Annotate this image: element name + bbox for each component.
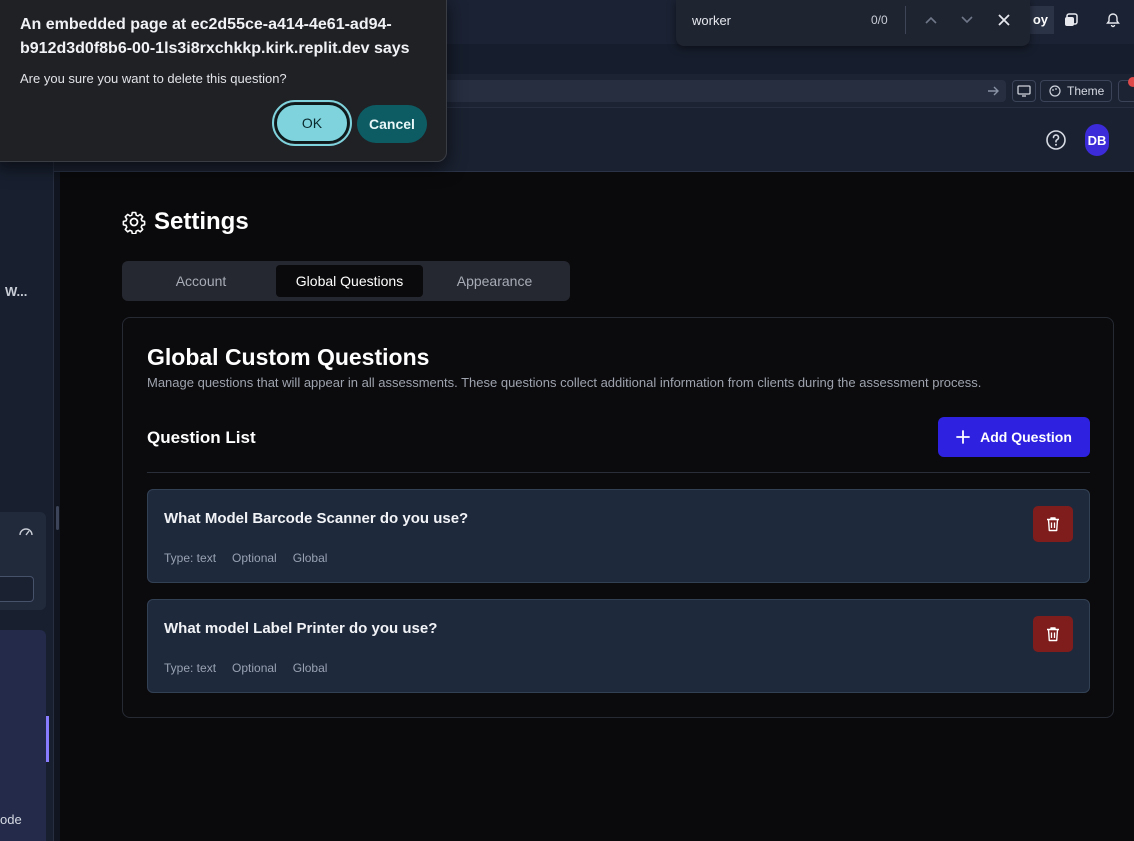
question-scope: Global [292,661,328,675]
sidebar-active-panel [0,630,46,841]
find-match-count: 0/0 [871,13,888,27]
find-bar: worker 0/0 [676,0,1030,46]
cancel-button[interactable]: Cancel [357,105,427,143]
question-meta: Type: text Optional Global [164,551,327,565]
url-field[interactable] [440,80,1006,102]
gauge-icon[interactable] [18,524,34,538]
question-text: What model Label Printer do you use? [164,620,438,637]
trash-icon [1047,627,1059,642]
card-title: Global Custom Questions [147,344,430,370]
question-type: Type: text [164,661,217,675]
question-list-header: Question List [147,428,256,447]
arrow-right-icon[interactable] [986,83,1000,99]
delete-question-button[interactable] [1033,616,1073,652]
monitor-icon [1017,85,1031,97]
sidebar-accent-bar [46,716,49,762]
divider [147,472,1090,473]
question-type: Type: text [164,551,217,565]
page-title: Settings [154,208,249,235]
question-required: Optional [232,551,277,565]
sidebar-item-truncated[interactable]: W... [5,284,27,299]
plus-icon [956,430,971,444]
theme-label: Theme [1067,84,1105,98]
chevron-up-icon[interactable] [922,11,940,29]
sidebar-resize-handle[interactable] [56,506,59,530]
help-icon[interactable] [1044,128,1068,152]
question-meta: Type: text Optional Global [164,661,327,675]
confirm-dialog: An embedded page at ec2d55ce-a414-4e61-a… [0,0,447,162]
copy-icon[interactable] [1060,6,1082,34]
question-item: What model Label Printer do you use? Typ… [147,599,1090,693]
tab-appearance[interactable]: Appearance [423,265,566,297]
question-scope: Global [292,551,328,565]
dialog-message: Are you sure you want to delete this que… [20,71,287,86]
top-bar-partial-button[interactable]: oy [1026,6,1054,34]
close-icon[interactable] [995,11,1013,29]
sidebar-input[interactable] [0,576,34,602]
add-question-label: Add Question [980,429,1072,445]
question-text: What Model Barcode Scanner do you use? [164,510,469,527]
find-input[interactable]: worker [692,13,731,28]
top-bar-actions: oy [1026,6,1134,34]
device-preview-button[interactable] [1012,80,1036,102]
ok-button[interactable]: OK [272,100,352,146]
palette-icon [1049,85,1061,97]
question-item: What Model Barcode Scanner do you use? T… [147,489,1090,583]
tab-account[interactable]: Account [126,265,276,297]
global-questions-card: Global Custom Questions Manage questions… [122,317,1114,718]
notification-dot [1128,77,1134,87]
avatar[interactable]: DB [1085,124,1109,156]
theme-button[interactable]: Theme [1040,80,1112,102]
gear-icon [122,211,146,234]
question-required: Optional [232,661,277,675]
settings-tabs: Account Global Questions Appearance [122,261,570,301]
trash-icon [1047,517,1059,532]
tab-global-questions[interactable]: Global Questions [276,265,423,297]
bell-icon[interactable] [1102,6,1124,34]
dialog-title: An embedded page at ec2d55ce-a414-4e61-a… [20,16,410,57]
find-separator [905,6,906,34]
card-description: Manage questions that will appear in all… [147,375,982,390]
sidebar-bottom-label[interactable]: ode [0,812,22,827]
page-header: Settings [122,208,249,236]
delete-question-button[interactable] [1033,506,1073,542]
add-question-button[interactable]: Add Question [938,417,1090,457]
chevron-down-icon[interactable] [958,11,976,29]
